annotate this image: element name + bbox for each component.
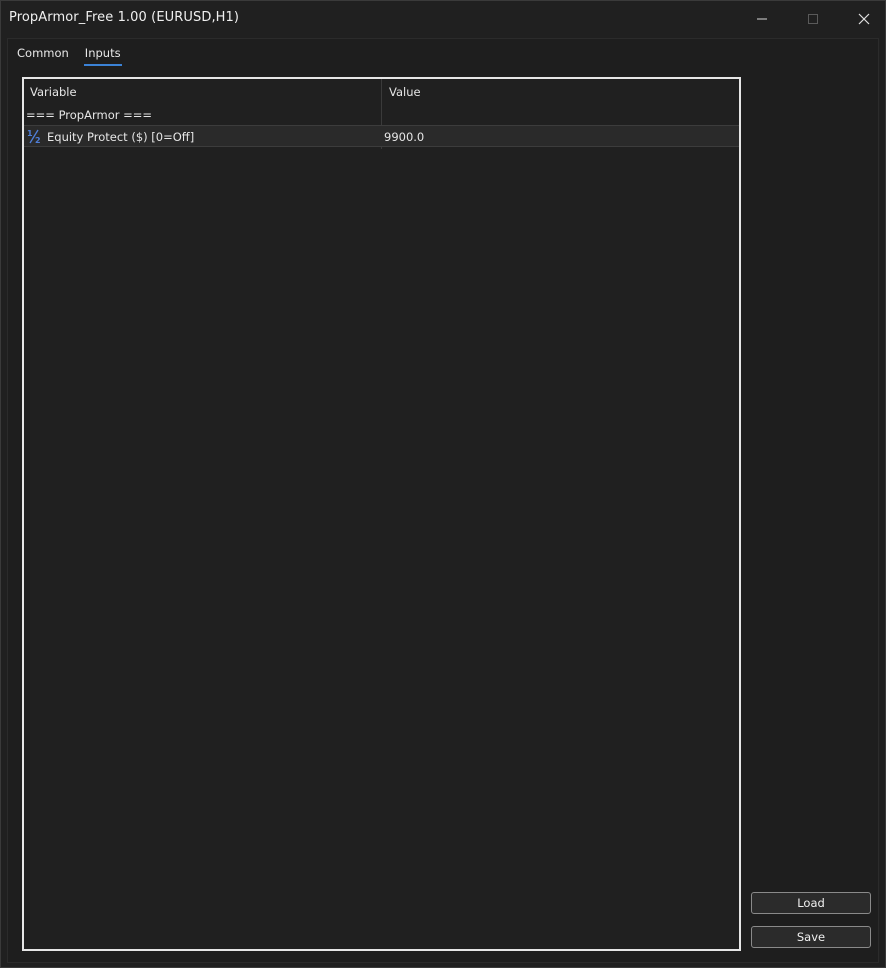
maximize-icon (808, 14, 818, 24)
window-title: PropArmor_Free 1.00 (EURUSD,H1) (9, 10, 240, 25)
inputs-table[interactable]: Variable Value === PropArmor === 1 2 Equ… (22, 77, 741, 951)
properties-window: PropArmor_Free 1.00 (EURUSD,H1) Common I… (0, 0, 886, 968)
table-row-group[interactable]: === PropArmor === (24, 103, 739, 125)
maximize-button[interactable] (788, 1, 838, 37)
save-button[interactable]: Save (751, 926, 871, 948)
minimize-button[interactable] (737, 1, 787, 37)
close-button[interactable] (839, 1, 886, 37)
title-bar[interactable]: PropArmor_Free 1.00 (EURUSD,H1) (1, 1, 885, 37)
group-label: === PropArmor === (26, 108, 153, 122)
param-name: Equity Protect ($) [0=Off] (47, 130, 195, 144)
tab-common[interactable]: Common (16, 46, 70, 66)
tab-bar: Common Inputs (16, 46, 122, 66)
fraction-half-icon: 1 2 (27, 129, 41, 144)
minimize-icon (757, 18, 767, 20)
load-button[interactable]: Load (751, 892, 871, 914)
close-icon (858, 13, 870, 25)
svg-text:2: 2 (35, 136, 41, 144)
column-header-variable[interactable]: Variable (30, 85, 77, 99)
table-row[interactable]: 1 2 Equity Protect ($) [0=Off] 9900.0 (24, 125, 739, 147)
param-value[interactable]: 9900.0 (384, 130, 424, 144)
svg-text:1: 1 (27, 129, 33, 138)
dialog-body: Common Inputs Variable Value === PropArm… (7, 38, 879, 963)
tab-inputs[interactable]: Inputs (83, 46, 122, 66)
column-header-value[interactable]: Value (389, 85, 421, 99)
